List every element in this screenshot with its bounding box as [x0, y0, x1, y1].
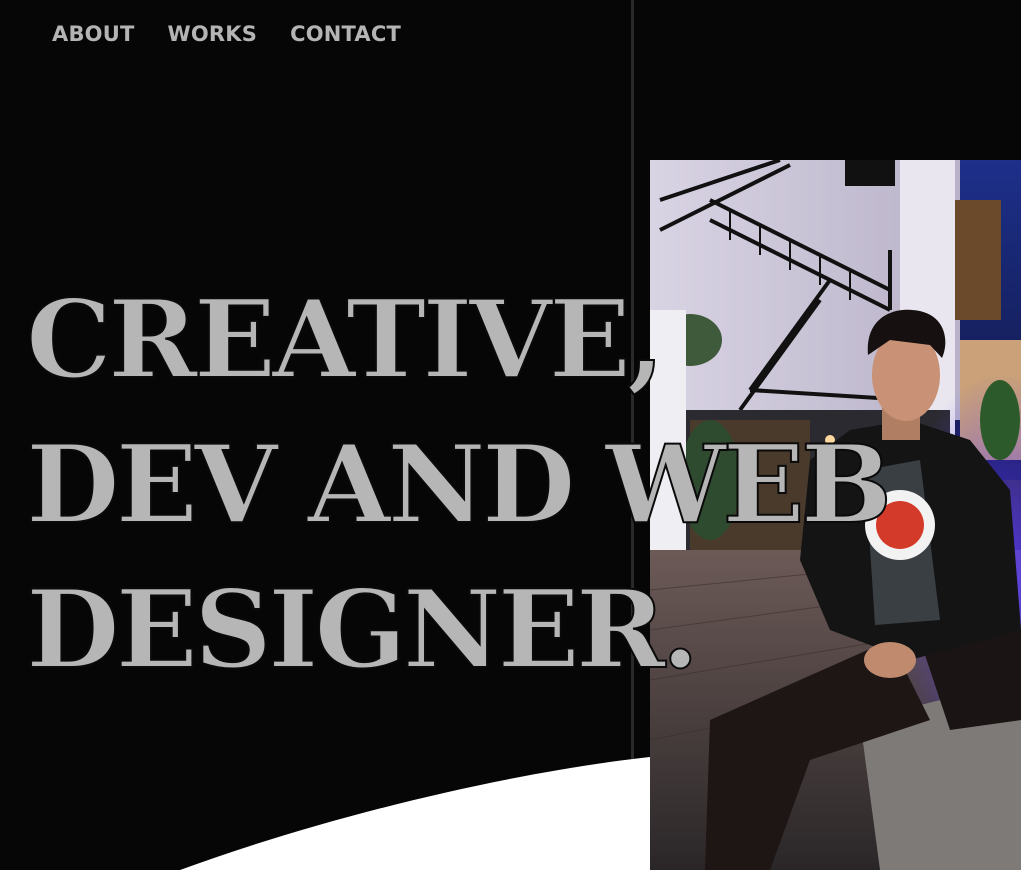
nav-link-about[interactable]: ABOUT [52, 20, 135, 48]
hero-headline: CREATIVE, DEV AND WEB DESIGNER. [25, 268, 893, 703]
headline-line-1: CREATIVE, [25, 276, 666, 404]
hero-page: ABOUT WORKS CONTACT CREATIVE, DEV AND WE… [0, 0, 1021, 870]
headline-line-2: DEV AND WEB [25, 421, 893, 549]
main-nav: ABOUT WORKS CONTACT [52, 20, 434, 48]
headline-line-3: DESIGNER. [25, 566, 700, 694]
nav-link-contact[interactable]: CONTACT [290, 20, 401, 48]
white-swoosh-shape [180, 756, 660, 870]
nav-link-works[interactable]: WORKS [168, 20, 258, 48]
